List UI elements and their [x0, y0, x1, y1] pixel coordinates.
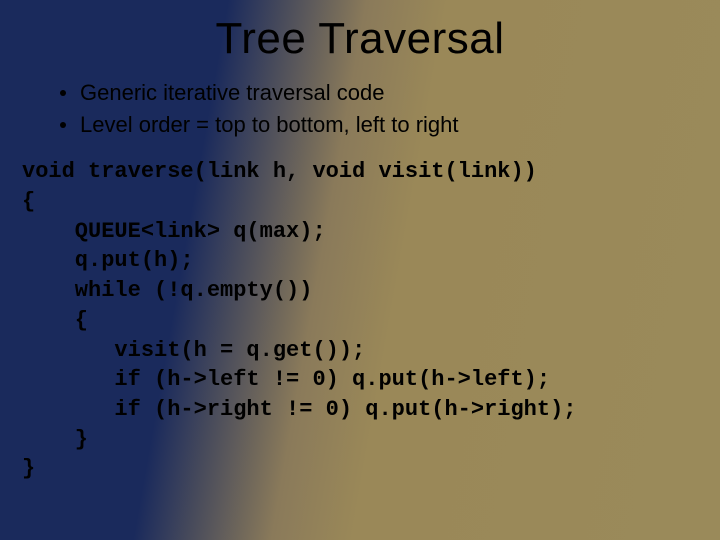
bullet-text: Level order = top to bottom, left to rig… [80, 110, 459, 140]
code-block: void traverse(link h, void visit(link)) … [22, 157, 720, 484]
bullet-list: Generic iterative traversal code Level o… [60, 78, 720, 139]
bullet-icon [60, 90, 66, 96]
bullet-icon [60, 122, 66, 128]
list-item: Level order = top to bottom, left to rig… [60, 110, 720, 140]
list-item: Generic iterative traversal code [60, 78, 720, 108]
slide-title: Tree Traversal [0, 0, 720, 70]
bullet-text: Generic iterative traversal code [80, 78, 384, 108]
